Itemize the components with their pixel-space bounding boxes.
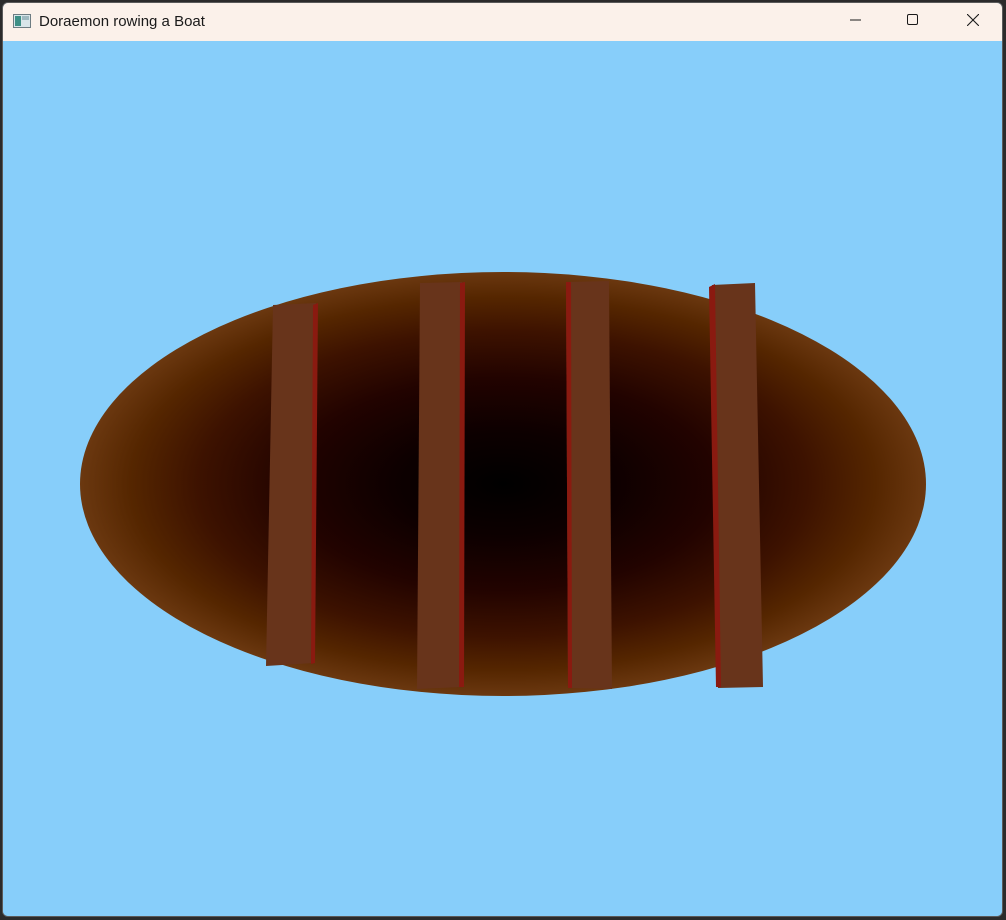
minimize-icon bbox=[849, 13, 862, 31]
boat-plank bbox=[266, 303, 318, 666]
title-bar[interactable]: Doraemon rowing a Boat bbox=[3, 3, 1002, 41]
app-window: Doraemon rowing a Boat bbox=[2, 2, 1003, 917]
boat-hull bbox=[80, 272, 926, 696]
minimize-button[interactable] bbox=[827, 3, 884, 41]
window-title: Doraemon rowing a Boat bbox=[39, 13, 205, 30]
close-button[interactable] bbox=[944, 3, 1001, 41]
boat-plank bbox=[566, 281, 612, 689]
app-window-icon bbox=[13, 14, 31, 28]
maximize-button[interactable] bbox=[884, 3, 941, 41]
boat-plank bbox=[709, 283, 763, 688]
maximize-icon bbox=[906, 13, 919, 31]
boat-plank bbox=[417, 282, 465, 689]
render-canvas[interactable] bbox=[3, 41, 1002, 916]
boat-scene bbox=[80, 272, 926, 696]
close-icon bbox=[966, 13, 979, 31]
